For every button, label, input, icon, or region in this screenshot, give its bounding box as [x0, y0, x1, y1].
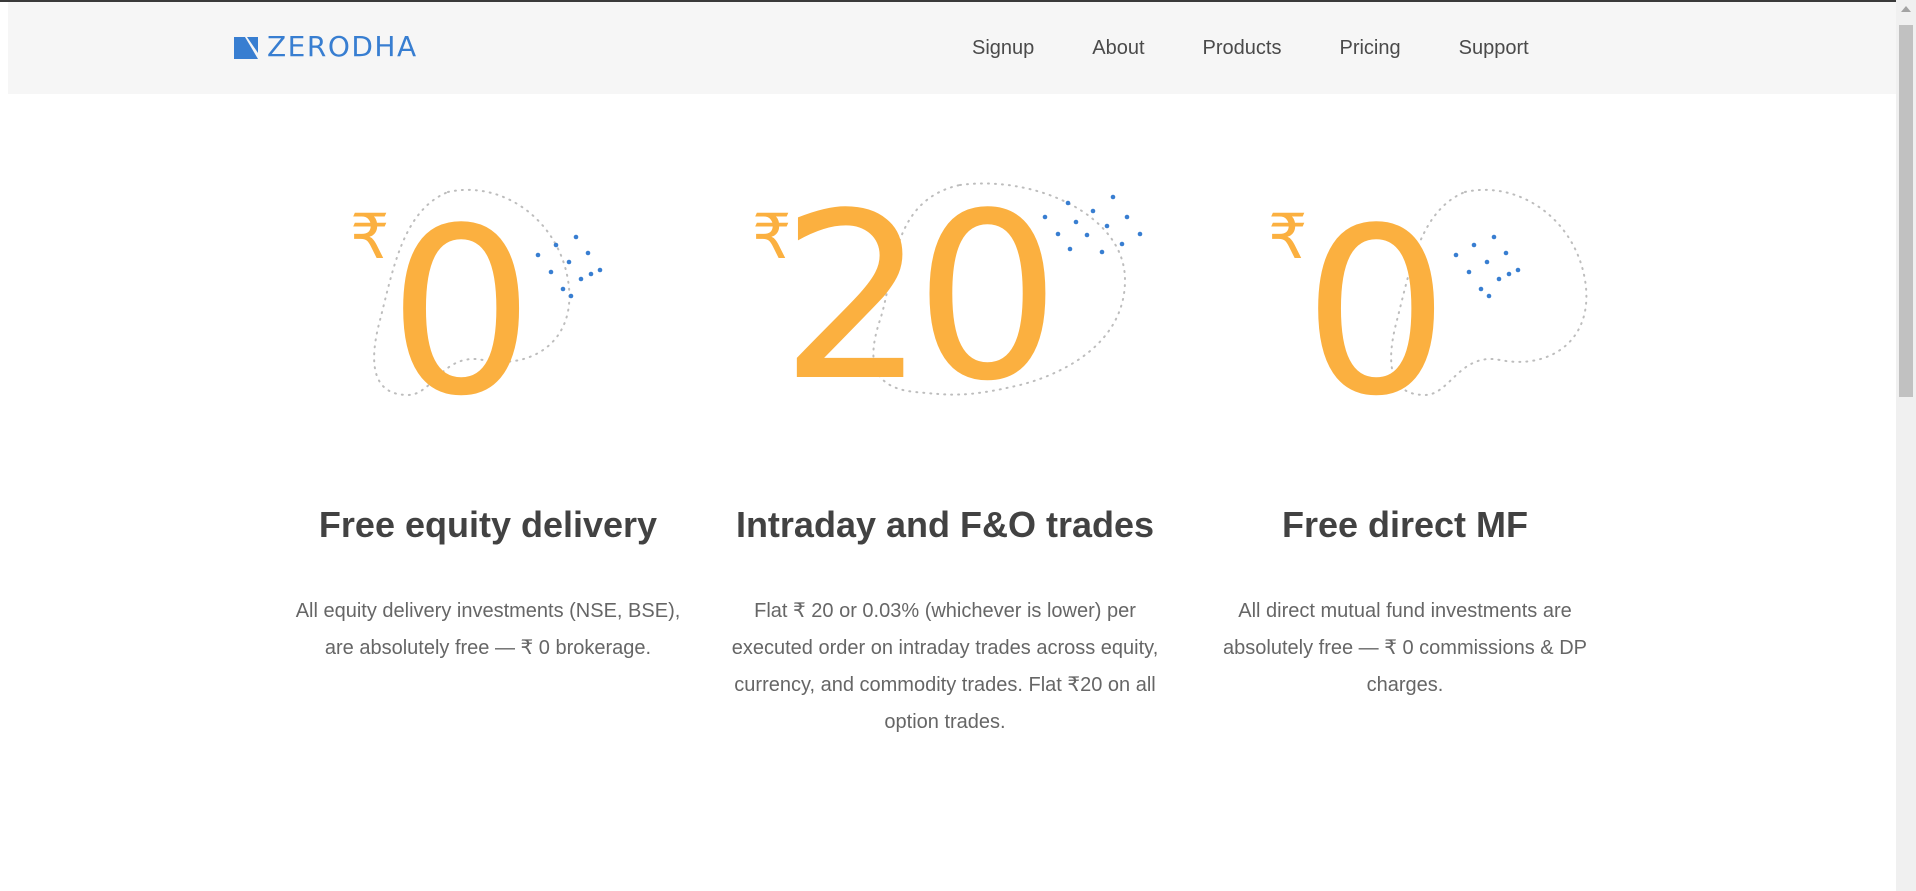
feature-title: Free direct MF	[1281, 504, 1529, 545]
nav-about[interactable]: About	[1092, 36, 1144, 60]
rupee-zero-illustration: ₹ 0	[1268, 180, 1588, 430]
scrollbar-thumb[interactable]	[1899, 25, 1913, 397]
price-graphic-zero: ₹ 0	[258, 170, 718, 430]
main-nav: Signup About Products Pricing Support	[972, 36, 1529, 60]
feature-description: All equity delivery investments (NSE, BS…	[295, 600, 681, 659]
vertical-scrollbar[interactable]	[1896, 0, 1916, 891]
nav-pricing[interactable]: Pricing	[1339, 36, 1400, 60]
rupee-twenty-illustration: ₹ 20	[752, 170, 1143, 430]
navbar: ZERODHA Signup About Products Pricing Su…	[8, 2, 1896, 94]
nav-support[interactable]: Support	[1459, 36, 1529, 60]
zerodha-logo[interactable]: ZERODHA	[234, 32, 418, 62]
zerodha-logo-icon	[234, 37, 258, 59]
feature-direct-mf: ₹ 0 Free direct MF All direct mutual fun…	[1175, 170, 1635, 696]
feature-title: Intraday and F&O trades	[735, 504, 1155, 545]
amount-digits: 0	[388, 180, 534, 430]
feature-description: Flat ₹ 20 or 0.03% (whichever is lower) …	[731, 600, 1159, 733]
price-graphic-twenty: ₹ 20	[715, 170, 1175, 430]
browser-viewport: ZERODHA Signup About Products Pricing Su…	[0, 0, 1916, 891]
rupee-zero-illustration: ₹ 0	[350, 180, 603, 430]
brand-name: ZERODHA	[267, 30, 418, 63]
rupee-symbol: ₹	[1268, 200, 1307, 273]
decorative-dots	[1453, 234, 1521, 299]
nav-products[interactable]: Products	[1203, 36, 1282, 60]
amount-digits: 20	[780, 170, 1049, 430]
nav-signup[interactable]: Signup	[972, 36, 1034, 60]
feature-intraday-fo: ₹ 20 Intraday and F&O trades Flat ₹ 20 o…	[715, 170, 1175, 733]
amount-digits: 0	[1303, 180, 1449, 430]
feature-title: Free equity delivery	[318, 504, 658, 545]
rupee-symbol: ₹	[350, 200, 389, 273]
feature-description: All direct mutual fund investments are a…	[1223, 600, 1587, 696]
price-graphic-zero: ₹ 0	[1175, 170, 1635, 430]
feature-equity-delivery: ₹ 0 Free equity delivery All equity deli…	[258, 170, 718, 659]
decorative-dots	[1042, 194, 1143, 255]
scroll-up-arrow-icon[interactable]	[1901, 6, 1911, 12]
